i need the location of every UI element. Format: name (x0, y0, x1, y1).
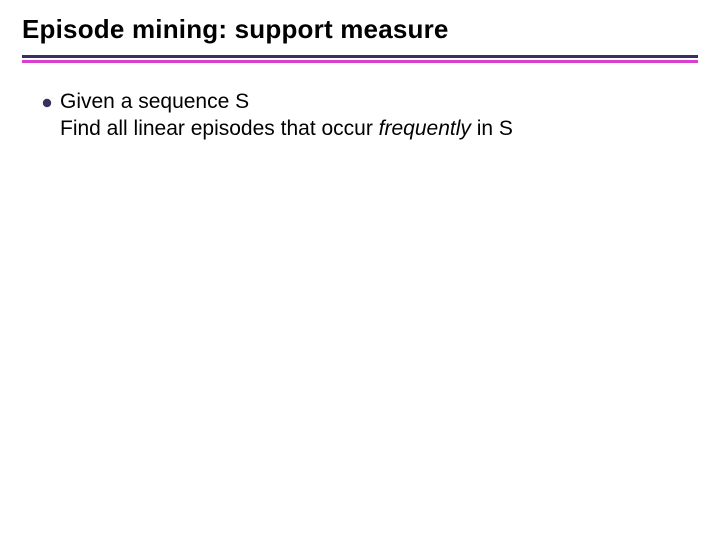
list-item: Given a sequence S Find all linear episo… (42, 89, 690, 143)
slide-title: Episode mining: support measure (22, 14, 698, 55)
bullet-body: Given a sequence S Find all linear episo… (60, 89, 690, 143)
divider-dark (22, 55, 698, 58)
title-block: Episode mining: support measure (22, 14, 698, 63)
bullet-icon (42, 98, 52, 108)
bullet-line-2-post: in S (471, 117, 513, 140)
bullet-line-2-ital: frequently (379, 117, 471, 140)
divider-accent (22, 60, 698, 63)
content-area: Given a sequence S Find all linear episo… (22, 89, 698, 143)
bullet-line-2-pre: Find all linear episodes that occur (60, 117, 379, 140)
bullet-line-1: Given a sequence S (60, 89, 690, 116)
slide: Episode mining: support measure Given a … (0, 0, 720, 540)
bullet-line-2: Find all linear episodes that occur freq… (60, 116, 690, 143)
